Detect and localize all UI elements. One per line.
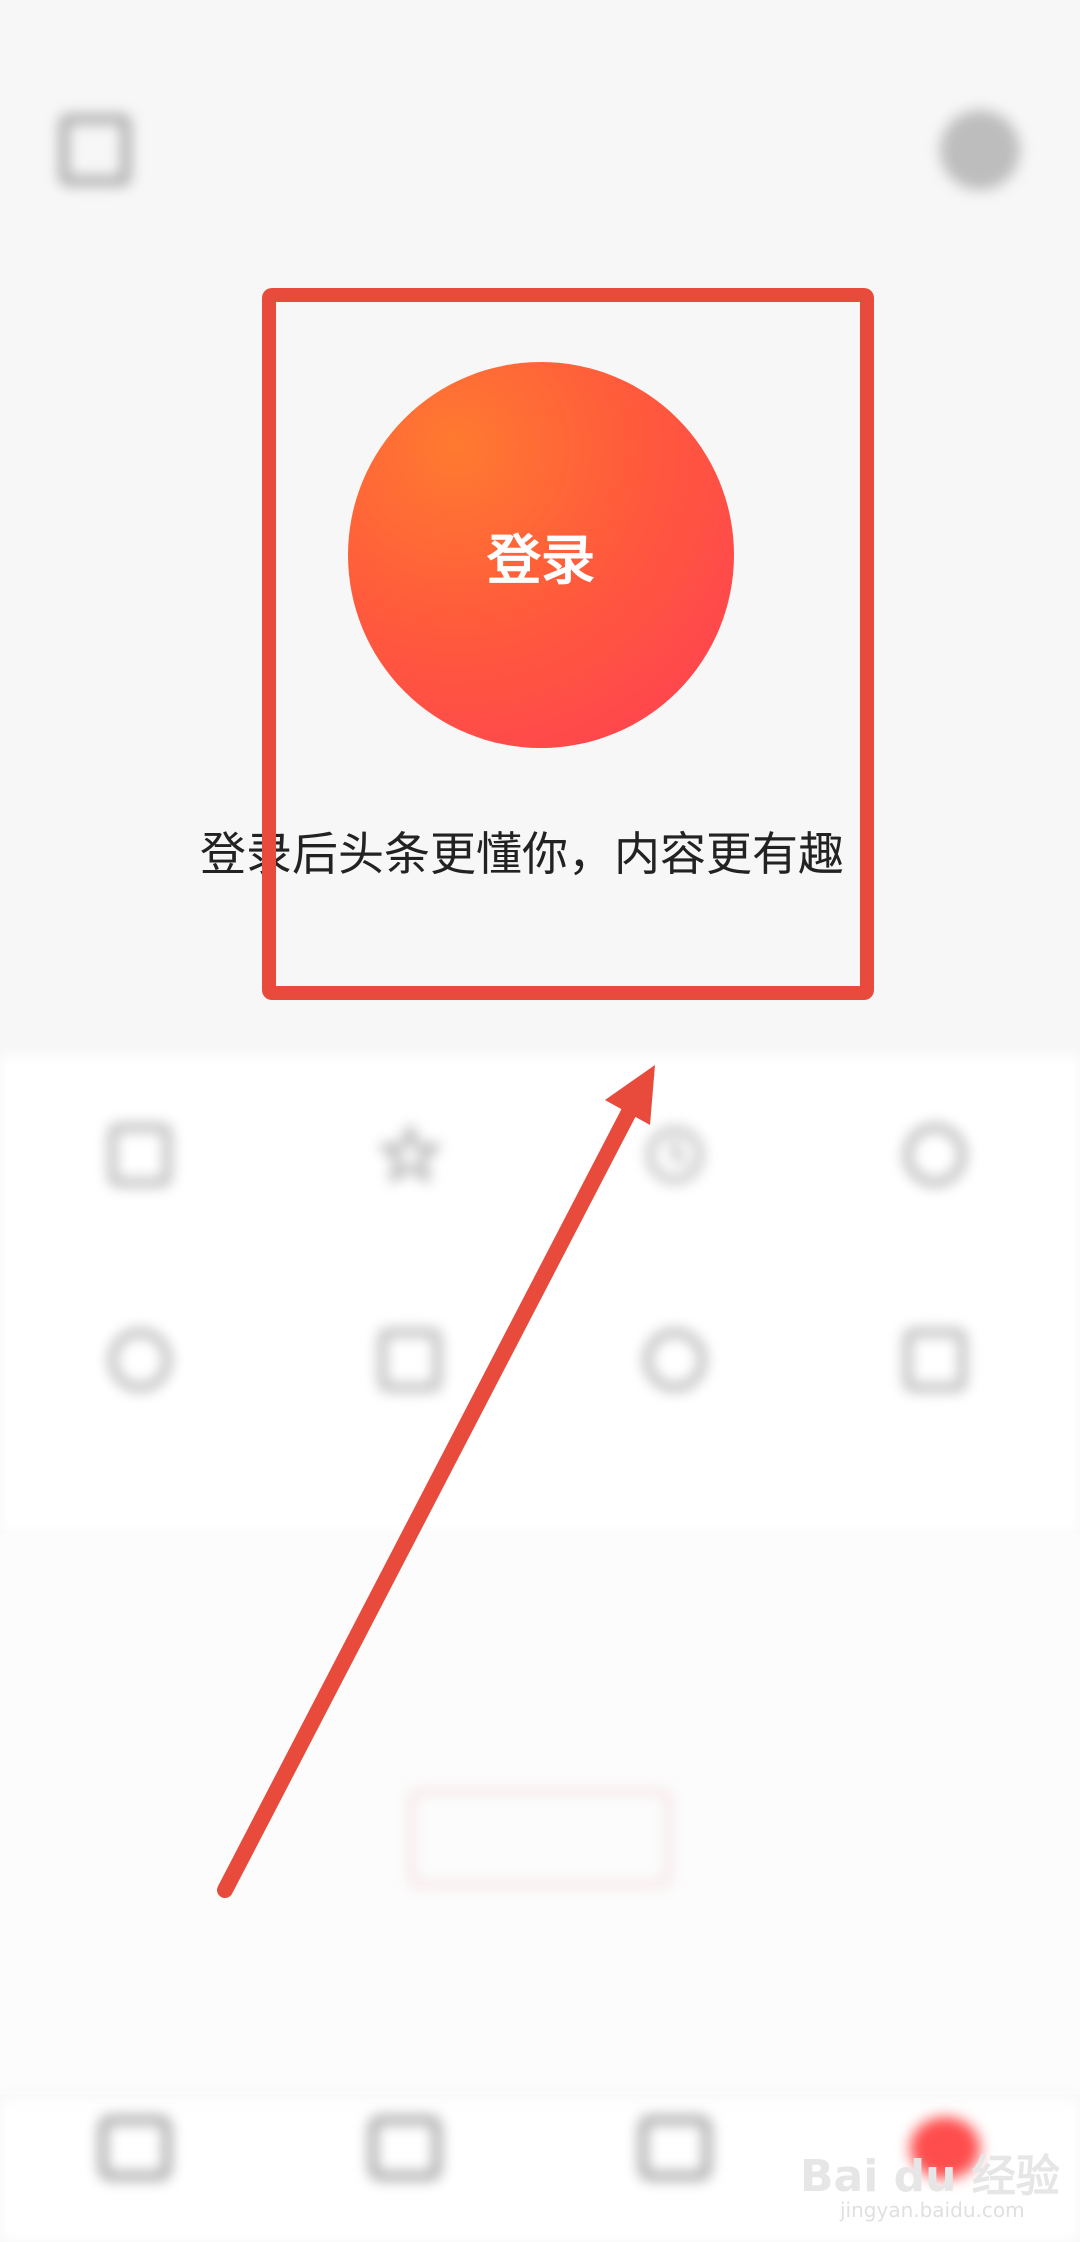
watermark: Bai du 经验 jingyan.baidu.com xyxy=(800,2140,1060,2230)
watermark-sub: jingyan.baidu.com xyxy=(840,2198,1025,2222)
arrow-shaft xyxy=(217,1102,638,1898)
watermark-main: Bai du 经验 xyxy=(800,2151,1060,2202)
annotation-arrow xyxy=(217,1065,655,1898)
